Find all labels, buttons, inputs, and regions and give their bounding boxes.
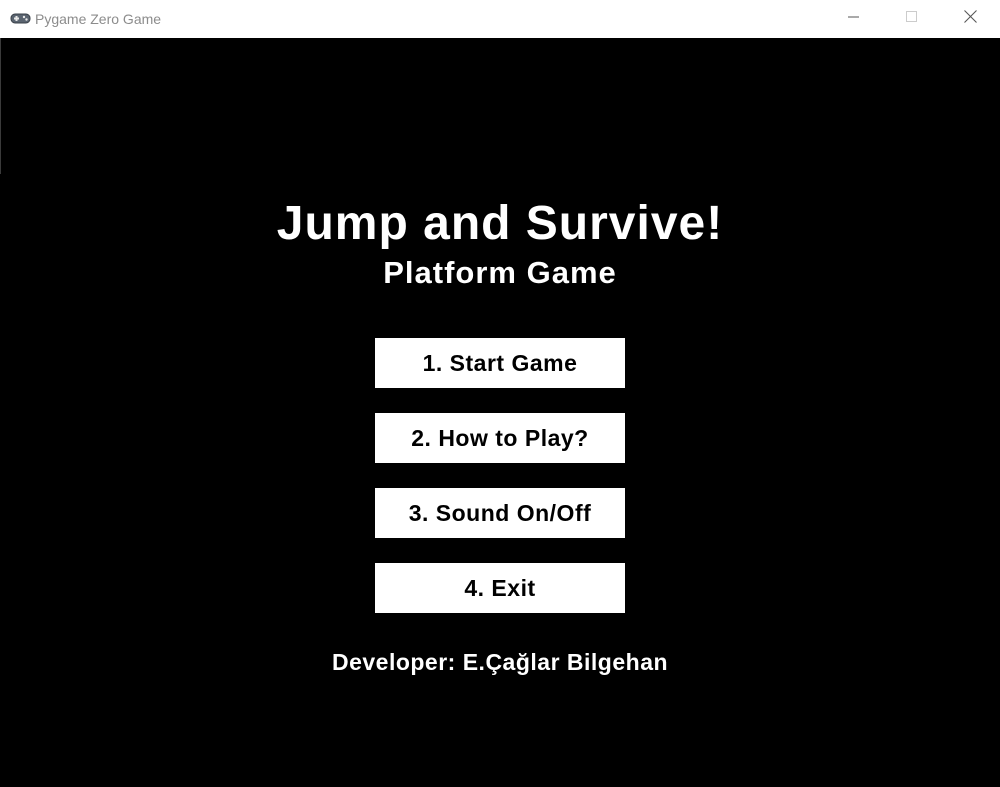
close-icon [963, 10, 977, 28]
game-window: Pygame Zero Game Jump and Survive! Platf… [0, 0, 1000, 787]
window-edge-divider [0, 38, 1, 174]
game-subtitle: Platform Game [383, 255, 617, 290]
gamepad-icon [10, 12, 31, 25]
minimize-icon [848, 10, 860, 28]
maximize-icon [906, 10, 918, 28]
game-canvas[interactable]: Jump and Survive! Platform Game 1. Start… [0, 38, 1000, 787]
developer-credit: Developer: E.Çağlar Bilgehan [331, 649, 669, 675]
window-title: Pygame Zero Game [35, 11, 162, 27]
close-button[interactable] [941, 0, 999, 38]
start-game-button[interactable]: 1. Start Game [375, 338, 625, 388]
window-titlebar[interactable]: Pygame Zero Game [0, 0, 1000, 38]
exit-button[interactable]: 4. Exit [375, 563, 625, 613]
how-to-play-button[interactable]: 2. How to Play? [375, 413, 625, 463]
game-title: Jump and Survive! [276, 197, 724, 250]
minimize-button[interactable] [825, 0, 883, 38]
maximize-button[interactable] [883, 0, 941, 38]
sound-toggle-button[interactable]: 3. Sound On/Off [375, 488, 625, 538]
